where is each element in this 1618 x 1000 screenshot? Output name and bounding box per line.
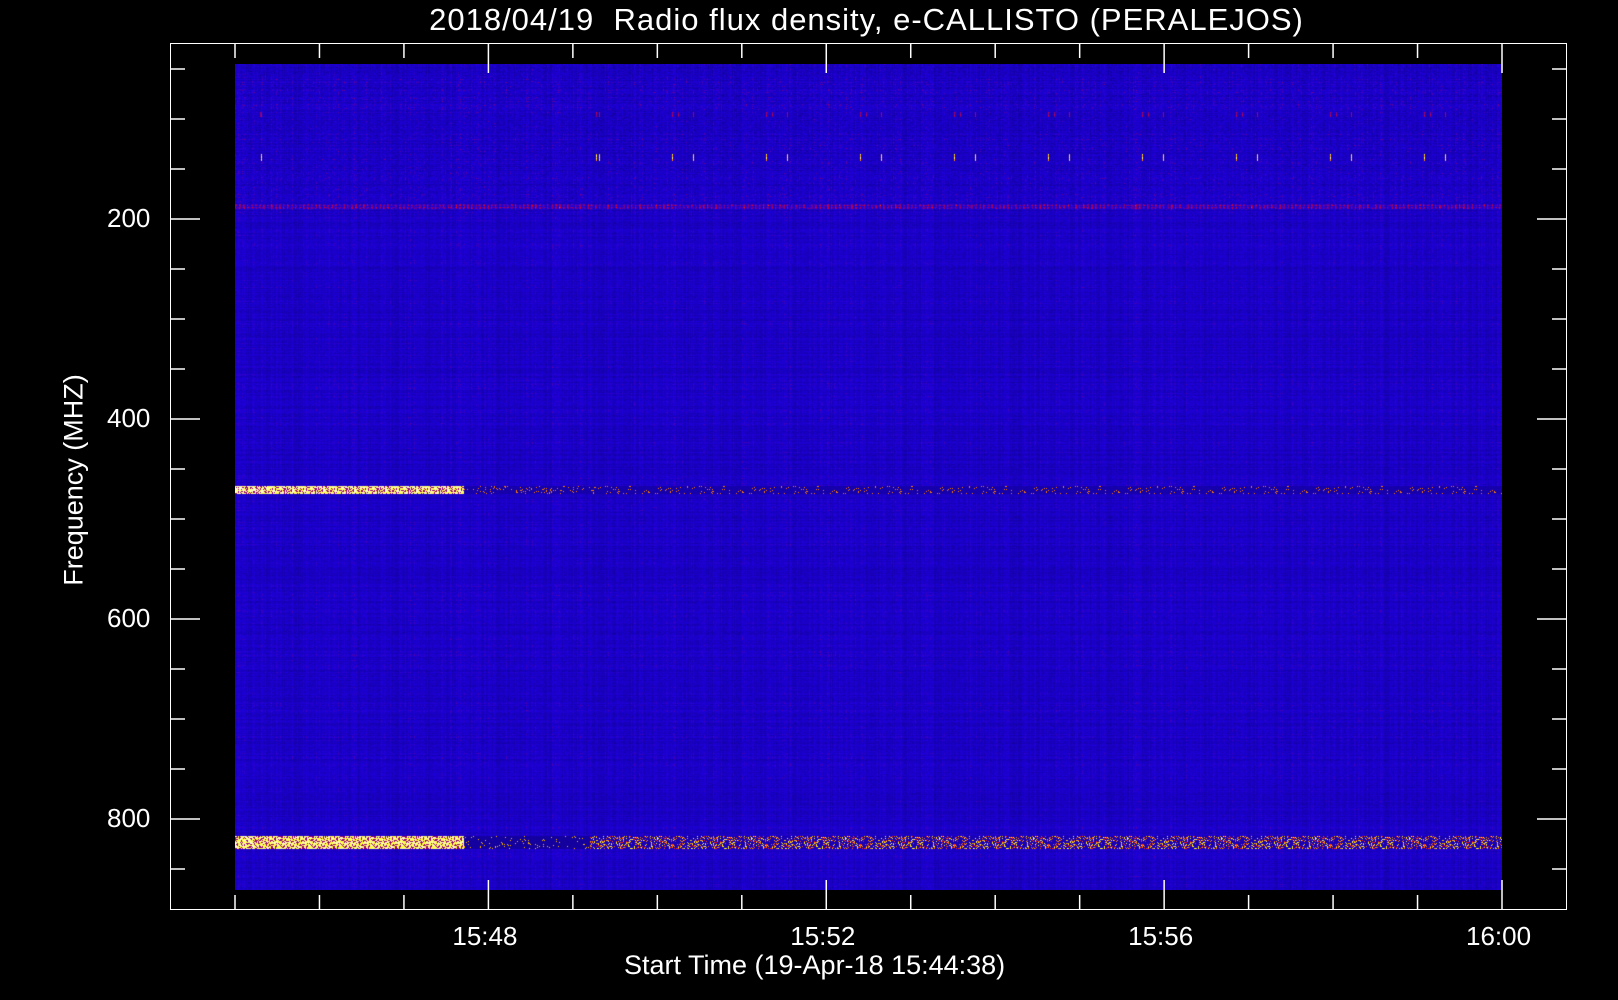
x-tick-label: 15:56 xyxy=(1128,921,1194,951)
y-tick-label: 400 xyxy=(107,403,151,433)
y-axis-label: Frequency (MHZ) xyxy=(58,374,89,586)
y-tick-label: 800 xyxy=(107,803,151,833)
axes-ticks xyxy=(170,43,1567,910)
x-tick-label: 15:52 xyxy=(790,921,856,951)
y-tick-label: 200 xyxy=(107,203,151,233)
x-tick-label: 16:00 xyxy=(1466,921,1532,951)
x-tick-label: 15:48 xyxy=(452,921,518,951)
y-tick-label: 600 xyxy=(107,603,151,633)
x-axis-label: Start Time (19-Apr-18 15:44:38) xyxy=(624,950,1006,980)
